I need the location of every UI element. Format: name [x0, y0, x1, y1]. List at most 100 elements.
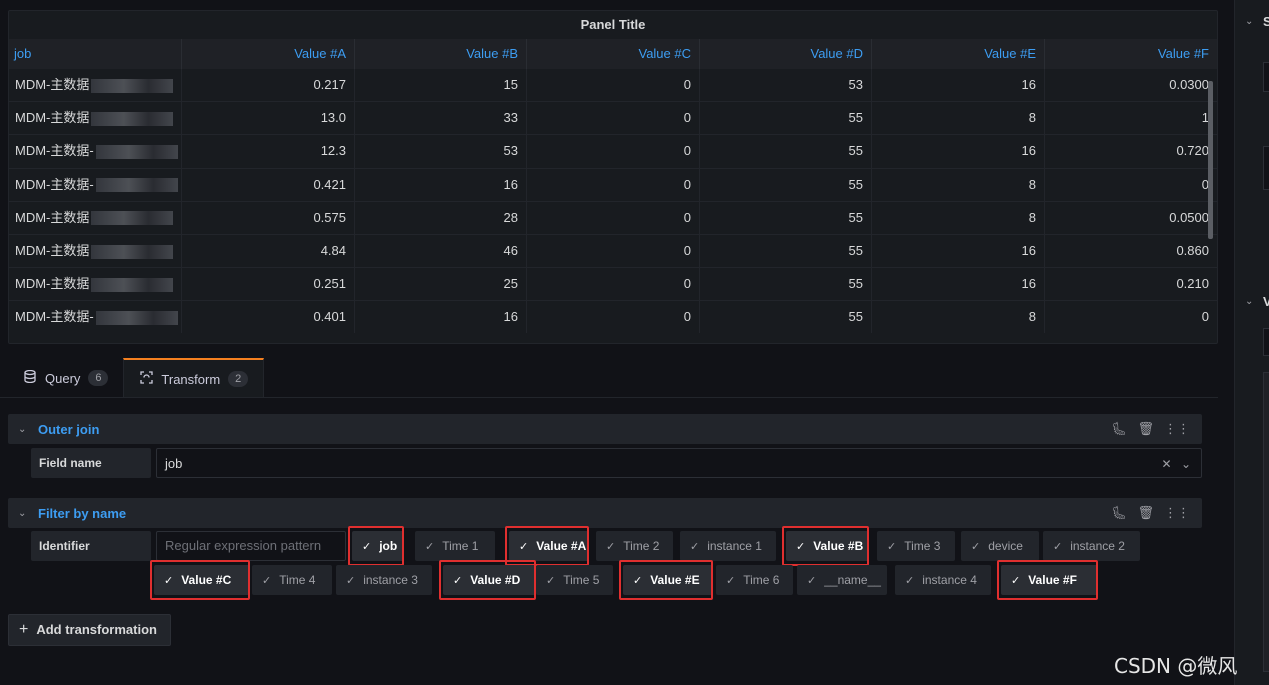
field-name-select[interactable]: job ✕ ⌄ [156, 448, 1202, 478]
transform-icon [139, 371, 153, 387]
options-input[interactable] [1263, 62, 1269, 92]
field-chip-name[interactable]: ✓ __name__ [797, 565, 887, 595]
options-section-v[interactable]: V [1263, 294, 1269, 309]
cell-value-c: 0 [527, 168, 700, 201]
field-chip-value-b[interactable]: ✓ Value #B [786, 531, 869, 561]
column-header-value-f[interactable]: Value #F [1045, 39, 1217, 69]
options-textarea[interactable] [1263, 146, 1269, 190]
select-controls: ✕ ⌄ [1162, 449, 1191, 479]
table-row: MDM-主数据- 12.3 53 0 55 16 0.720 [9, 135, 1217, 169]
field-chip-time-5[interactable]: ✓ Time 5 [536, 565, 613, 595]
check-icon: ✓ [690, 541, 700, 553]
debug-icon[interactable]: 🐛︎ [1111, 421, 1128, 437]
field-chip-instance-2[interactable]: ✓ instance 2 [1043, 531, 1140, 561]
field-chip-instance-1[interactable]: ✓ instance 1 [680, 531, 776, 561]
chip-label: Value #F [1028, 573, 1077, 587]
column-header-value-a[interactable]: Value #A [182, 39, 355, 69]
options-section-s[interactable]: S [1263, 14, 1269, 29]
add-transformation-button[interactable]: + Add transformation [8, 614, 171, 646]
chevron-down-icon[interactable]: ⌄ [1181, 457, 1191, 471]
field-chip-instance-4[interactable]: ✓ instance 4 [895, 565, 991, 595]
trash-icon[interactable]: 🗑︎ [1137, 421, 1154, 437]
cell-value-a: 0.575 [182, 201, 355, 234]
chip-label: instance 4 [922, 573, 977, 587]
job-text: MDM-主数据 [15, 242, 90, 258]
column-header-value-b[interactable]: Value #B [355, 39, 527, 69]
cell-value-a: 0.421 [182, 168, 355, 201]
chevron-down-icon[interactable]: ⌄ [1245, 296, 1253, 307]
tab-query[interactable]: Query 6 [8, 358, 123, 398]
regex-pattern-input[interactable]: Regular expression pattern [156, 531, 346, 561]
trash-icon[interactable]: 🗑︎ [1137, 505, 1154, 521]
debug-icon[interactable]: 🐛︎ [1111, 505, 1128, 521]
field-chip-job[interactable]: ✓ job [352, 531, 404, 561]
tab-transform[interactable]: Transform 2 [123, 358, 265, 398]
panel-title[interactable]: Panel Title [9, 11, 1217, 39]
column-header-value-e[interactable]: Value #E [872, 39, 1045, 69]
drag-handle-icon[interactable]: ⋮⋮ [1164, 505, 1190, 521]
cell-value-f: 0 [1201, 176, 1209, 192]
cell-value-a: 0.401 [182, 301, 355, 333]
field-chip-time-1[interactable]: ✓ Time 1 [415, 531, 495, 561]
table-row: MDM-主数据- 0.401 16 0 55 8 0 [9, 301, 1217, 333]
cell-value-f: 0 [1201, 309, 1209, 325]
cell-value-c: 0 [527, 102, 700, 135]
column-header-value-d[interactable]: Value #D [700, 39, 872, 69]
column-header-job[interactable]: job [9, 39, 182, 69]
cell-value-b: 28 [355, 201, 527, 234]
outer-join-header[interactable]: ⌄ Outer join 🐛︎ 🗑︎ ⋮⋮ [8, 414, 1202, 444]
table-row: MDM-主数据 13.0 33 0 55 8 1 [9, 102, 1217, 136]
table-scrollbar[interactable] [1208, 81, 1213, 239]
field-chip-value-a[interactable]: ✓ Value #A [509, 531, 589, 561]
chip-label: job [379, 539, 398, 553]
field-chip-time-2[interactable]: ✓ Time 2 [596, 531, 673, 561]
field-chip-device[interactable]: ✓ device [961, 531, 1039, 561]
field-chip-time-4[interactable]: ✓ Time 4 [252, 565, 332, 595]
options-input[interactable] [1263, 328, 1269, 356]
cell-value-b: 33 [355, 102, 527, 135]
chip-label: Time 6 [743, 573, 780, 587]
cell-value-c: 0 [527, 69, 700, 102]
chevron-down-icon[interactable]: ⌄ [18, 508, 34, 519]
plus-icon: + [19, 621, 29, 638]
cell-value-c: 0 [527, 234, 700, 268]
filter-by-name-header[interactable]: ⌄ Filter by name 🐛︎ 🗑︎ ⋮⋮ [8, 498, 1202, 528]
table-row: MDM-主数据 0.575 28 0 55 8 0.0500 [9, 201, 1217, 235]
cell-value-d: 55 [700, 168, 872, 201]
check-icon: ✓ [425, 541, 435, 553]
check-icon: ✓ [887, 541, 897, 553]
table-row: MDM-主数据 0.217 15 0 53 16 0.0300 [9, 69, 1217, 103]
chevron-down-icon[interactable]: ⌄ [18, 424, 34, 435]
check-icon: ✓ [726, 575, 736, 587]
cell-value-f: 0.210 [1176, 276, 1209, 292]
redacted-text [95, 310, 178, 325]
cell-value-a: 0.251 [182, 268, 355, 301]
field-chip-instance-3[interactable]: ✓ instance 3 [336, 565, 432, 595]
cell-value-a: 13.0 [182, 102, 355, 135]
tab-transform-label: Transform [161, 371, 221, 387]
outer-join-transform: ⌄ Outer join 🐛︎ 🗑︎ ⋮⋮ [8, 414, 1202, 444]
redacted-text [91, 78, 174, 93]
field-chip-time-3[interactable]: ✓ Time 3 [877, 531, 955, 561]
field-chip-value-d[interactable]: ✓ Value #D [443, 565, 536, 595]
redacted-text [95, 144, 178, 159]
column-header-value-c[interactable]: Value #C [527, 39, 700, 69]
field-chip-value-e[interactable]: ✓ Value #E [623, 565, 713, 595]
redacted-text [91, 244, 174, 259]
cell-job: MDM-主数据 [9, 234, 182, 268]
cell-value-a: 4.84 [182, 234, 355, 268]
field-chip-value-f[interactable]: ✓ Value #F [1001, 565, 1098, 595]
drag-handle-icon[interactable]: ⋮⋮ [1164, 421, 1190, 437]
options-pane: ⌄ S ⌄ V [1234, 0, 1269, 685]
data-table: job Value #A Value #B Value #C Value #D … [9, 39, 1217, 333]
check-icon: ✓ [362, 541, 372, 553]
clear-icon[interactable]: ✕ [1162, 457, 1172, 471]
table-panel: Panel Title job Value #A Value #B Value … [8, 10, 1218, 344]
cell-value-d: 55 [700, 135, 872, 168]
field-chip-time-6[interactable]: ✓ Time 6 [716, 565, 793, 595]
cell-value-d: 53 [700, 69, 872, 102]
chevron-down-icon[interactable]: ⌄ [1245, 16, 1253, 27]
check-icon: ✓ [346, 575, 356, 587]
field-chip-value-c[interactable]: ✓ Value #C [154, 565, 250, 595]
cell-value-c: 0 [527, 135, 700, 168]
